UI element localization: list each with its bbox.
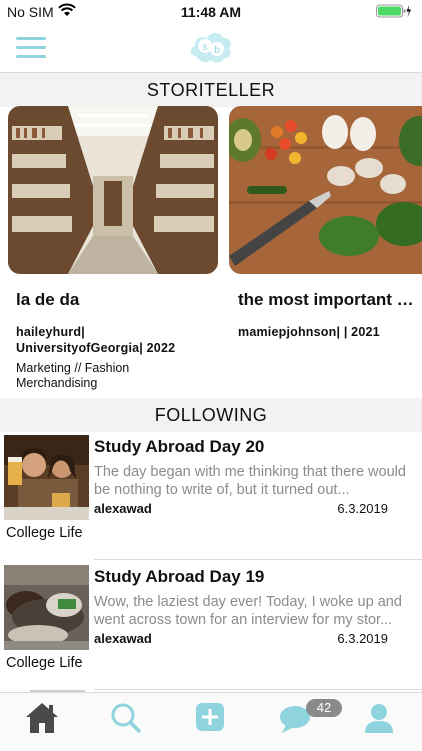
add-post-icon xyxy=(196,703,224,731)
stories-carousel[interactable]: la de da haileyhurd| UniversityofGeorgia… xyxy=(0,106,422,396)
feed-excerpt: Wow, the laziest day ever! Today, I woke… xyxy=(94,594,402,628)
profile-icon xyxy=(365,704,393,733)
story-major: Marketing // Fashion Merchandising xyxy=(16,361,130,390)
story-title: la de da xyxy=(16,290,80,309)
tab-bar: 42 xyxy=(0,692,422,751)
feed-item[interactable]: Study Abroad Day 19 Wow, the laziest day… xyxy=(0,565,422,695)
food-photo xyxy=(229,106,422,274)
svg-text:s: s xyxy=(203,42,208,53)
divider xyxy=(94,689,422,690)
tab-new-post[interactable] xyxy=(194,701,234,735)
feed-author: alexawad xyxy=(94,501,152,516)
menu-button[interactable] xyxy=(16,37,46,59)
home-icon xyxy=(26,703,58,733)
tab-home[interactable] xyxy=(24,701,64,735)
battery-icon xyxy=(376,4,411,18)
feed-title: Study Abroad Day 20 xyxy=(94,437,265,456)
feed-category: College Life xyxy=(6,525,83,541)
friends-photo xyxy=(4,435,89,520)
tab-search[interactable] xyxy=(109,701,149,735)
tab-profile[interactable] xyxy=(362,701,402,735)
story-author: mamiepjohnson| | 2021 xyxy=(238,325,380,339)
feed-date: 6.3.2019 xyxy=(337,631,388,646)
feed-date: 6.3.2019 xyxy=(337,501,388,516)
story-card[interactable]: the most important p... mamiepjohnson| |… xyxy=(229,106,422,345)
library-photo xyxy=(8,106,218,274)
feed-excerpt: The day began with me thinking that ther… xyxy=(94,464,406,498)
story-author: haileyhurd| UniversityofGeorgia| 2022 xyxy=(16,325,176,355)
svg-text:b: b xyxy=(214,45,220,56)
feed-item[interactable]: Study Abroad Day 20 The day began with m… xyxy=(0,435,422,565)
clock: 11:48 AM xyxy=(180,4,242,20)
story-card[interactable]: la de da haileyhurd| UniversityofGeorgia… xyxy=(0,106,218,391)
section-header-following: FOLLOWING xyxy=(0,398,422,432)
feed-title: Study Abroad Day 19 xyxy=(94,567,265,586)
status-bar: No SIM 11:48 AM xyxy=(0,0,422,24)
resting-photo xyxy=(4,565,89,650)
menu-icon xyxy=(16,37,46,40)
nav-bar: s b xyxy=(0,24,422,73)
section-header-storiteller: STORITELLER xyxy=(0,73,422,107)
search-icon xyxy=(111,703,141,733)
story-title: the most important p... xyxy=(238,290,422,309)
feed-author: alexawad xyxy=(94,631,152,646)
divider xyxy=(94,559,422,560)
messages-badge: 42 xyxy=(306,699,342,717)
feed-category: College Life xyxy=(6,655,83,671)
storiblock-logo: s b xyxy=(190,32,231,63)
